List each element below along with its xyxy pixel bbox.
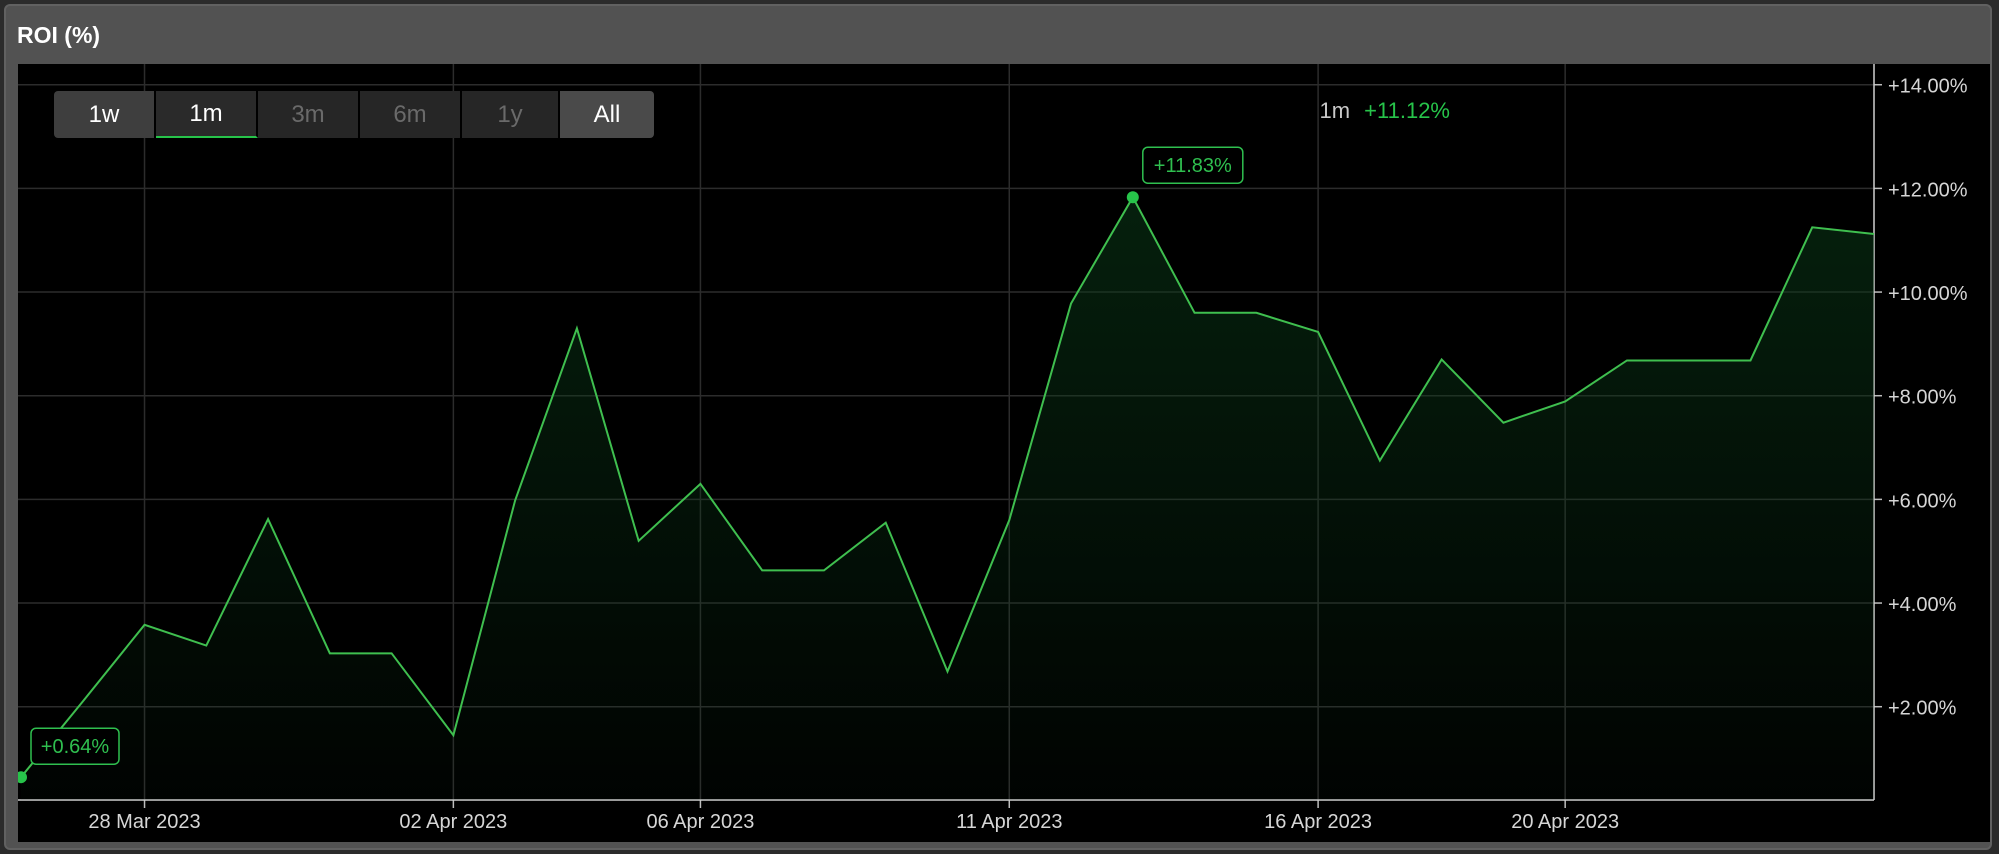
annotation-marker <box>1126 191 1139 204</box>
data-point <box>1562 398 1568 404</box>
data-point <box>1809 224 1815 230</box>
range-selector: 1w 1m 3m 6m 1y All <box>54 91 654 138</box>
data-point <box>1747 357 1753 363</box>
range-button-1w[interactable]: 1w <box>54 91 156 138</box>
x-tick-label: 11 Apr 2023 <box>956 811 1062 833</box>
x-tick-label: 28 Mar 2023 <box>88 811 200 833</box>
y-tick-label: +2.00% <box>1888 698 1957 720</box>
x-tick-label: 20 Apr 2023 <box>1511 811 1619 833</box>
data-point <box>1871 231 1877 237</box>
data-point <box>80 699 86 705</box>
annotation-label: +11.83% <box>1154 155 1232 177</box>
data-point <box>1500 420 1506 426</box>
x-tick-label: 06 Apr 2023 <box>646 811 754 833</box>
data-point <box>574 325 580 331</box>
y-tick-label: +4.00% <box>1888 594 1957 616</box>
data-point <box>512 497 518 503</box>
data-point <box>697 481 703 487</box>
y-tick-label: +8.00% <box>1888 387 1957 409</box>
data-point <box>1439 356 1445 362</box>
range-button-all[interactable]: All <box>560 91 654 138</box>
data-point <box>945 668 951 674</box>
range-button-1m[interactable]: 1m <box>156 91 258 138</box>
y-tick-label: +14.00% <box>1888 76 1968 98</box>
y-tick-label: +6.00% <box>1888 490 1957 512</box>
panel-title: ROI (%) <box>17 22 101 48</box>
data-point <box>389 650 395 656</box>
data-point <box>327 650 333 656</box>
roi-area <box>21 197 1874 800</box>
annotation-label: +0.64% <box>41 736 110 758</box>
data-point <box>1624 357 1630 363</box>
data-point <box>1253 310 1259 316</box>
data-point <box>1686 357 1692 363</box>
chart-area: +2.00% +4.00% +6.00% +8.00% +10.00% +12.00% +1… <box>18 64 1990 842</box>
data-point <box>142 622 148 628</box>
summary-range-label: 1m <box>1319 98 1351 123</box>
data-point <box>203 643 209 649</box>
data-point <box>636 538 642 544</box>
range-button-3m: 3m <box>258 91 360 138</box>
range-summary: 1m +11.12% <box>1319 98 1450 124</box>
roi-chart: +2.00% +4.00% +6.00% +8.00% +10.00% +12.00% +1… <box>18 64 1968 833</box>
x-tick-label: 16 Apr 2023 <box>1264 811 1372 833</box>
summary-value: +11.12% <box>1364 98 1450 123</box>
x-tick-label: 02 Apr 2023 <box>399 811 507 833</box>
data-point <box>1068 300 1074 306</box>
data-point <box>1006 517 1012 523</box>
y-tick-label: +12.00% <box>1888 179 1968 201</box>
roi-panel: ROI (%) +2.00% +4.00% +6.00% +8.00% +10.00% +… <box>4 4 1992 850</box>
data-point <box>265 516 271 522</box>
data-point <box>883 520 889 526</box>
y-tick-label: +10.00% <box>1888 283 1968 305</box>
data-point <box>1192 310 1198 316</box>
data-point <box>450 732 456 738</box>
data-point <box>1315 329 1321 335</box>
range-button-6m: 6m <box>360 91 462 138</box>
data-point <box>759 567 765 573</box>
data-point <box>821 567 827 573</box>
range-button-1y: 1y <box>462 91 560 138</box>
data-point <box>1377 458 1383 464</box>
